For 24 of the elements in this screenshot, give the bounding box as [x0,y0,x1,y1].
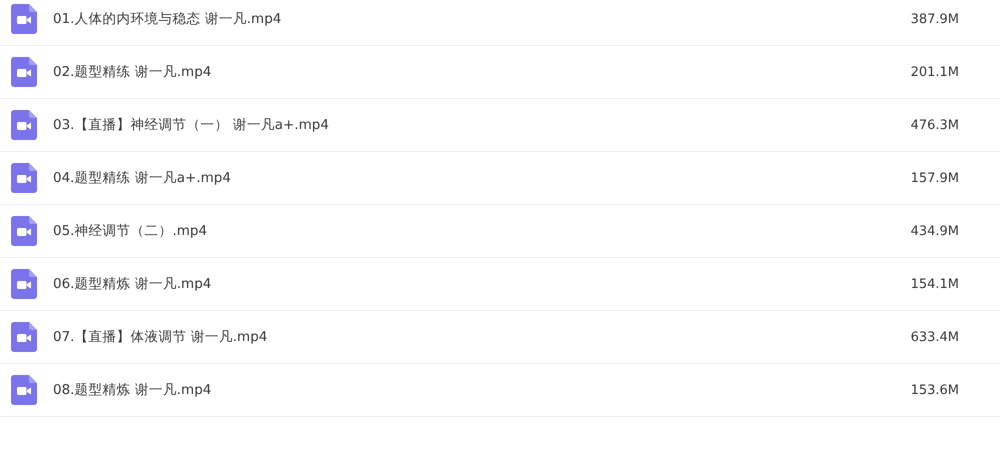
file-size: 201.1M [910,64,959,80]
file-size: 476.3M [910,118,959,132]
video-file-icon [11,216,37,246]
video-file-icon [11,57,37,87]
file-name[interactable]: 06.题型精炼 谢一凡.mp4 [53,275,911,293]
file-size: 153.6M [910,382,959,398]
file-size: 154.1M [910,276,959,292]
file-size: 633.4M [910,330,959,344]
video-file-icon [11,269,37,299]
file-name[interactable]: 04.题型精练 谢一凡a+.mp4 [53,169,911,187]
file-name[interactable]: 01.人体的内环境与稳态 谢一凡.mp4 [53,10,911,28]
video-file-icon [11,322,37,352]
file-name[interactable]: 05.神经调节（二）.mp4 [53,222,911,240]
file-name[interactable]: 07.【直播】体液调节 谢一凡.mp4 [53,328,911,346]
video-file-icon [11,110,37,140]
file-size: 434.9M [910,224,959,238]
file-size: 157.9M [910,170,959,186]
video-file-icon [11,375,37,405]
file-name[interactable]: 03.【直播】神经调节（一） 谢一凡a+.mp4 [53,116,911,134]
file-name[interactable]: 08.题型精炼 谢一凡.mp4 [53,381,911,399]
file-name[interactable]: 02.题型精练 谢一凡.mp4 [53,63,911,81]
file-size: 387.9M [910,12,959,26]
video-file-icon [11,4,37,34]
video-file-icon [11,163,37,193]
